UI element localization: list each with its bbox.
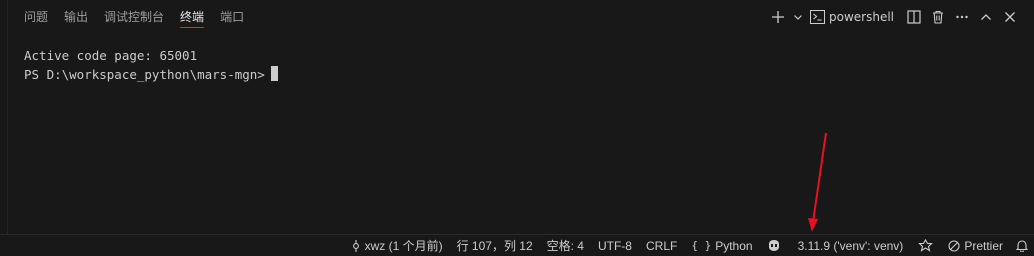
eol-label: CRLF	[645, 238, 678, 253]
git-blame-label: xwz (1 个月前)	[364, 239, 443, 253]
status-eol[interactable]: CRLF	[639, 235, 684, 256]
tab-debug-console[interactable]: 调试控制台	[96, 0, 172, 34]
ellipsis-icon	[956, 15, 968, 19]
bell-icon	[1016, 240, 1028, 252]
status-git-blame[interactable]: xwz (1 个月前)	[344, 235, 450, 256]
language-label: Python	[715, 238, 753, 253]
chevron-up-icon	[981, 14, 991, 20]
prettier-icon	[948, 239, 960, 252]
more-actions-button[interactable]	[952, 6, 972, 28]
status-prettier[interactable]: Prettier	[941, 235, 1010, 256]
split-terminal-button[interactable]	[904, 6, 924, 28]
status-bar: xwz (1 个月前) 行 107，列 12 空格: 4 UTF-8 CRLF …	[0, 235, 1034, 256]
terminal-icon	[810, 10, 825, 24]
terminal-prompt: PS D:\workspace_python\mars-mgn>	[24, 67, 265, 82]
terminal-instance-button[interactable]: powershell	[808, 6, 896, 28]
status-language[interactable]: { } Python	[684, 235, 759, 256]
tab-ports[interactable]: 端口	[212, 0, 252, 34]
tab-output[interactable]: 输出	[56, 0, 96, 34]
terminal-output[interactable]: Active code page: 65001 PS D:\workspace_…	[24, 46, 278, 84]
close-panel-button[interactable]	[1000, 6, 1020, 28]
panel-actions: powershell	[768, 5, 1020, 29]
interpreter-label: 3.11.9 ('venv': venv)	[797, 238, 904, 253]
kill-terminal-button[interactable]	[928, 6, 948, 28]
status-indentation[interactable]: 空格: 4	[540, 235, 591, 256]
encoding-label: UTF-8	[597, 238, 632, 253]
status-notifications[interactable]	[1010, 235, 1034, 256]
terminal-prompt-line: PS D:\workspace_python\mars-mgn>	[24, 65, 278, 84]
status-python-interpreter[interactable]: 3.11.9 ('venv': venv)	[788, 235, 911, 256]
status-encoding[interactable]: UTF-8	[591, 235, 639, 256]
git-commit-icon	[352, 239, 359, 252]
terminal-panel: 问题 输出 调试控制台 终端 端口 powershell Active code…	[0, 0, 1034, 235]
launch-profile-button[interactable]	[792, 6, 804, 28]
shell-name-label: powershell	[829, 10, 894, 24]
cursor-position-label: 行 107，列 12	[456, 239, 533, 253]
close-icon	[1005, 12, 1015, 22]
chevron-down-icon	[794, 15, 802, 20]
split-icon	[907, 10, 921, 24]
new-terminal-button[interactable]	[768, 6, 788, 28]
panel-tabs: 问题 输出 调试控制台 终端 端口	[16, 0, 252, 34]
terminal-line: Active code page: 65001	[24, 48, 198, 63]
feedback-icon	[918, 238, 934, 252]
braces-icon: { }	[691, 239, 712, 252]
status-copilot[interactable]	[760, 235, 788, 256]
maximize-panel-button[interactable]	[976, 6, 996, 28]
status-notifications-feedback[interactable]	[910, 235, 941, 256]
tab-problems[interactable]: 问题	[16, 0, 56, 34]
prettier-label: Prettier	[964, 238, 1003, 253]
left-gutter	[0, 0, 8, 235]
terminal-cursor	[270, 66, 278, 81]
copilot-icon	[768, 240, 779, 251]
plus-icon	[772, 11, 784, 23]
trash-icon	[933, 10, 943, 24]
tab-terminal[interactable]: 终端	[172, 0, 212, 34]
indentation-label: 空格: 4	[546, 239, 584, 253]
status-cursor-position[interactable]: 行 107，列 12	[450, 235, 540, 256]
